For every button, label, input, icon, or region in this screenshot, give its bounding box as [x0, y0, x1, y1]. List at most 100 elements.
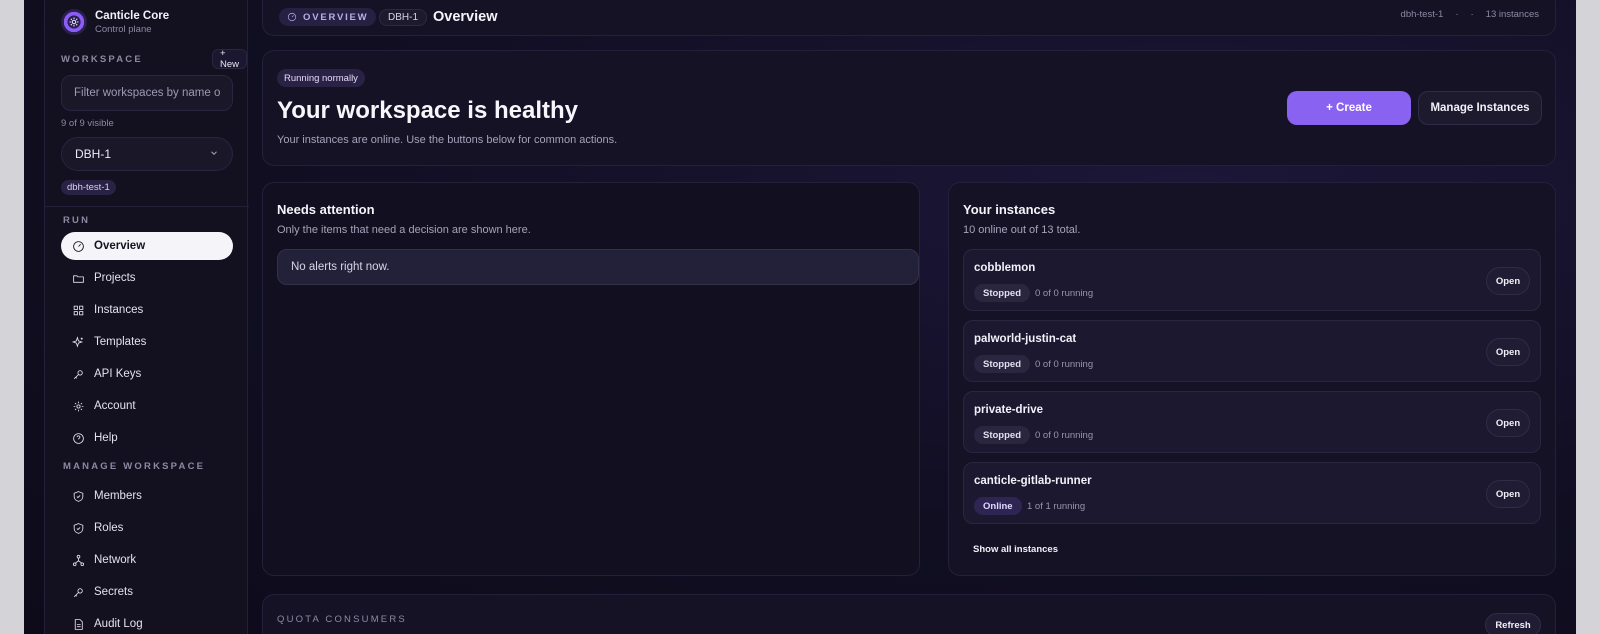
app-window: Canticle Core Control plane WORKSPACE + …: [24, 0, 1576, 634]
open-instance-button[interactable]: Open: [1486, 267, 1530, 295]
new-workspace-button[interactable]: + New: [212, 48, 248, 70]
instance-card: private-drive Stopped 0 of 0 running Ope…: [963, 391, 1541, 453]
sparkles-icon: [71, 335, 85, 349]
create-button[interactable]: + Create: [1287, 91, 1411, 125]
manage-instances-button[interactable]: Manage Instances: [1418, 91, 1542, 125]
sidebar-item-label: Instances: [94, 304, 144, 316]
meta-separator: ·: [1470, 9, 1474, 20]
health-hero: Running normally Your workspace is healt…: [262, 50, 1556, 166]
brand-name: Canticle Core: [95, 9, 170, 22]
sidebar-item-label: Audit Log: [94, 618, 143, 630]
open-instance-button[interactable]: Open: [1486, 338, 1530, 366]
sidebar-item-label: Help: [94, 432, 118, 444]
instance-running-count: 0 of 0 running: [1035, 288, 1094, 299]
workspace-select-value: DBH-1: [75, 147, 112, 161]
sidebar-item-label: Overview: [94, 240, 146, 252]
folder-icon: [71, 271, 85, 285]
quota-section-label: QUOTA CONSUMERS: [277, 614, 407, 625]
sidebar-item-templates[interactable]: Templates: [61, 328, 233, 356]
refresh-button[interactable]: Refresh: [1485, 613, 1541, 634]
meta-separator: ·: [1455, 9, 1459, 20]
workspace-select[interactable]: DBH-1: [61, 137, 233, 171]
shield-icon: [71, 489, 85, 503]
hero-description: Your instances are online. Use the butto…: [277, 134, 618, 146]
quota-consumers-panel: QUOTA CONSUMERS Refresh: [262, 594, 1556, 634]
show-all-instances-link[interactable]: Show all instances: [973, 544, 1058, 555]
run-section-label: RUN: [63, 215, 91, 226]
key-icon: [71, 367, 85, 381]
key-icon: [71, 585, 85, 599]
status-badge: Running normally: [277, 69, 365, 87]
sidebar-item-audit-log[interactable]: Audit Log: [61, 610, 233, 634]
sidebar: Canticle Core Control plane WORKSPACE + …: [44, 0, 249, 634]
workspace-filter-input[interactable]: [61, 75, 233, 111]
top-meta: dbh-test-1 · · 13 instances: [1401, 9, 1539, 20]
sidebar-item-label: Network: [94, 554, 137, 566]
workspace-section-label: WORKSPACE: [61, 54, 143, 65]
meta-instances: 13 instances: [1485, 9, 1539, 20]
sidebar-item-secrets[interactable]: Secrets: [61, 578, 233, 606]
top-bar: OVERVIEW DBH-1 Overview dbh-test-1 · · 1…: [262, 0, 1556, 36]
sidebar-divider: [45, 206, 249, 207]
sidebar-item-roles[interactable]: Roles: [61, 514, 233, 542]
instance-card: cobblemon Stopped 0 of 0 running Open: [963, 249, 1541, 311]
panel-subtitle: Only the items that need a decision are …: [277, 224, 531, 236]
sidebar-item-help[interactable]: Help: [61, 424, 233, 452]
grid-icon: [71, 303, 85, 317]
brand[interactable]: Canticle Core Control plane: [61, 9, 169, 35]
manage-section-label: MANAGE WORKSPACE: [63, 461, 206, 472]
section-pill: OVERVIEW: [279, 8, 377, 26]
shield-icon: [71, 521, 85, 535]
gauge-icon: [287, 12, 297, 22]
instance-name: private-drive: [974, 404, 1044, 416]
sidebar-item-label: Account: [94, 400, 136, 412]
meta-workspace: dbh-test-1: [1400, 9, 1444, 20]
panel-title: Needs attention: [277, 202, 375, 217]
gear-icon: [71, 399, 85, 413]
instance-running-count: 1 of 1 running: [1027, 501, 1086, 512]
help-circle-icon: [71, 431, 85, 445]
sidebar-item-account[interactable]: Account: [61, 392, 233, 420]
page-title: Overview: [433, 9, 498, 25]
status-badge: Stopped: [974, 426, 1030, 444]
hero-title: Your workspace is healthy: [277, 97, 578, 124]
instance-name: palworld-justin-cat: [974, 333, 1077, 345]
instance-card: palworld-justin-cat Stopped 0 of 0 runni…: [963, 320, 1541, 382]
panel-subtitle: 10 online out of 13 total.: [963, 224, 1081, 236]
status-badge: Online: [974, 497, 1022, 515]
chevron-down-icon: [209, 147, 219, 161]
open-instance-button[interactable]: Open: [1486, 480, 1530, 508]
section-pill-label: OVERVIEW: [303, 11, 369, 23]
network-icon: [71, 553, 85, 567]
sidebar-item-network[interactable]: Network: [61, 546, 233, 574]
logo-icon: [61, 9, 87, 35]
instance-running-count: 0 of 0 running: [1035, 359, 1094, 370]
sidebar-item-label: Templates: [94, 336, 147, 348]
sidebar-item-instances[interactable]: Instances: [61, 296, 233, 324]
needs-attention-panel: Needs attention Only the items that need…: [262, 182, 920, 576]
open-instance-button[interactable]: Open: [1486, 409, 1530, 437]
sidebar-item-label: Projects: [94, 272, 136, 284]
sidebar-item-overview[interactable]: Overview: [61, 232, 233, 260]
status-badge: Stopped: [974, 355, 1030, 373]
sidebar-item-members[interactable]: Members: [61, 482, 233, 510]
workspace-chip: dbh-test-1: [61, 180, 116, 195]
document-icon: [71, 617, 85, 631]
breadcrumb-workspace[interactable]: DBH-1: [379, 9, 428, 26]
sidebar-item-label: Secrets: [94, 586, 133, 598]
instances-panel: Your instances 10 online out of 13 total…: [948, 182, 1556, 576]
status-badge: Stopped: [974, 284, 1030, 302]
gauge-icon: [71, 239, 85, 253]
instance-running-count: 0 of 0 running: [1035, 430, 1094, 441]
instance-card: canticle-gitlab-runner Online 1 of 1 run…: [963, 462, 1541, 524]
sidebar-item-label: API Keys: [94, 368, 142, 380]
brand-subtitle: Control plane: [95, 23, 152, 35]
visible-count: 9 of 9 visible: [61, 118, 114, 129]
sidebar-item-api-keys[interactable]: API Keys: [61, 360, 233, 388]
instance-list: cobblemon Stopped 0 of 0 running Open pa…: [963, 249, 1541, 533]
panel-title: Your instances: [963, 202, 1056, 217]
sidebar-item-label: Members: [94, 490, 142, 502]
empty-alerts-message: No alerts right now.: [277, 249, 919, 285]
sidebar-item-projects[interactable]: Projects: [61, 264, 233, 292]
sidebar-item-label: Roles: [94, 522, 124, 534]
